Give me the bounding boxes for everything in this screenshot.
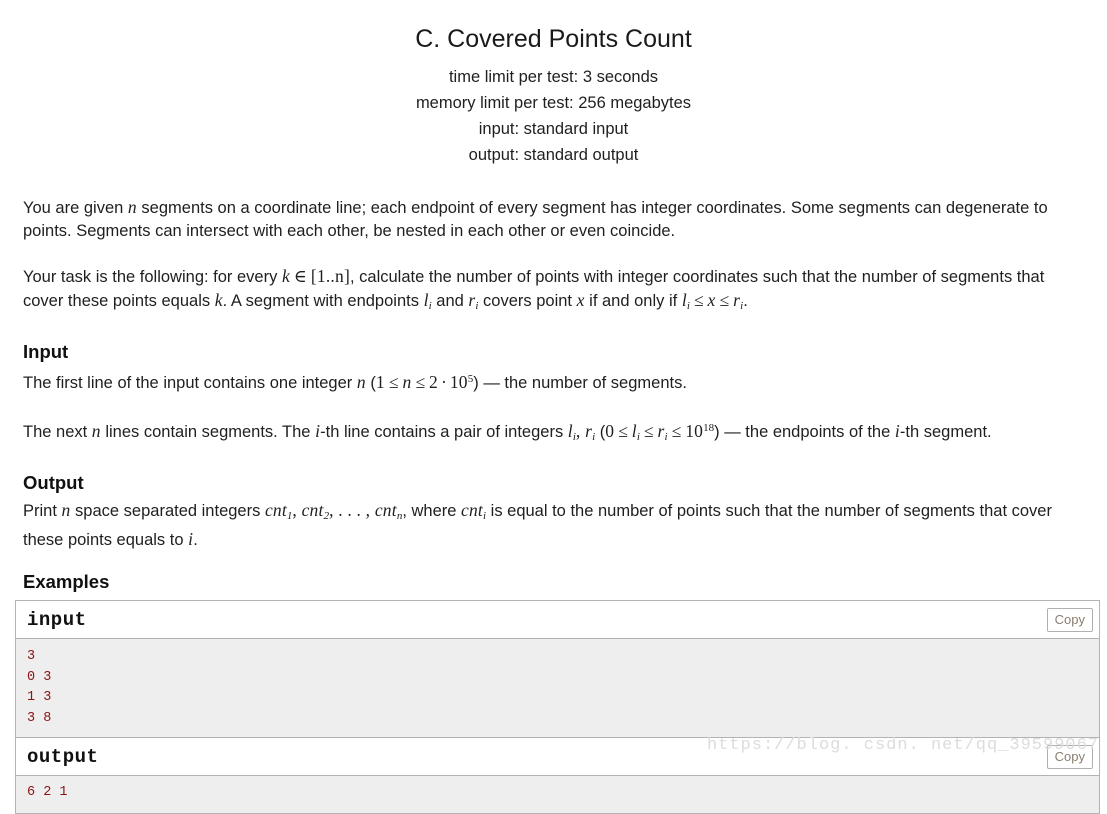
- output-paragraph-1: Print n space separated integers cnt1, c…: [23, 499, 1084, 552]
- out1-comma-1: ,: [292, 500, 302, 521]
- in1-num-1: 1: [375, 372, 385, 393]
- in1-var-n: n: [356, 372, 366, 393]
- in1-text-4: the number of segments.: [499, 374, 687, 393]
- statement-paragraph-1: You are given n segments on a coordinate…: [23, 196, 1084, 243]
- input-paragraph-1: The first line of the input contains one…: [23, 368, 1084, 395]
- p2-le-1: ≤: [693, 290, 704, 310]
- p1-var-n: n: [127, 197, 137, 217]
- sample-output-label: output: [27, 746, 99, 769]
- sample-output-header: output Copy: [16, 738, 1099, 777]
- output-section-heading: Output: [23, 472, 84, 494]
- sample-output-data[interactable]: 6 2 1: [16, 776, 1099, 813]
- out1-comma-3: ,: [365, 500, 375, 521]
- p2-le-2: ≤: [719, 290, 730, 310]
- sample-input-box: input Copy 3 0 3 1 3 3 8: [15, 600, 1100, 738]
- page-title: C. Covered Points Count: [415, 25, 692, 53]
- out1-text-1: Print: [23, 502, 62, 521]
- in2-var-l: li: [567, 421, 576, 444]
- p2-ineq-x: x: [707, 290, 716, 310]
- p2-var-k2: k: [214, 290, 223, 310]
- in2-ineq-r: ri: [657, 421, 668, 444]
- in2-text-6: the endpoints of the: [740, 423, 895, 442]
- sample-tests: input Copy 3 0 3 1 3 3 8 output Copy 6 2…: [0, 600, 1107, 814]
- in2-power-exp: 18: [703, 422, 715, 435]
- p2-text-7: .: [743, 292, 748, 310]
- in1-power-base: 105: [449, 372, 474, 393]
- input-paragraph-2: The next n lines contain segments. The i…: [23, 417, 1084, 449]
- sample-input-data[interactable]: 3 0 3 1 3 3 8: [16, 639, 1099, 738]
- copy-input-button[interactable]: Copy: [1046, 608, 1093, 633]
- in2-le-2: ≤: [643, 421, 654, 442]
- in2-text-5: ): [714, 423, 725, 442]
- in2-comma: ,: [575, 421, 586, 442]
- out1-text-5: .: [193, 531, 198, 550]
- problem-page: C. Covered Points Count time limit per t…: [0, 0, 1107, 814]
- p2-var-k: k: [281, 266, 290, 286]
- in2-var-n: n: [91, 421, 101, 442]
- in1-num-2: 2: [429, 372, 438, 393]
- input-section-heading: Input: [23, 341, 69, 363]
- in1-dash: —: [483, 374, 500, 393]
- out1-ellipsis: . . .: [338, 500, 366, 521]
- problem-statement: You are given n segments on a coordinate…: [0, 196, 1107, 594]
- in1-text-2: (: [365, 374, 376, 393]
- in2-num-0: 0: [605, 421, 615, 442]
- statement-paragraph-2: Your task is the following: for every k ∈…: [23, 265, 1084, 318]
- out1-comma-2: ,: [329, 500, 339, 521]
- p2-in-symbol: ∈: [293, 266, 307, 286]
- in2-text-3: -th line contains a pair of integers: [320, 423, 568, 442]
- p2-var-x: x: [576, 290, 585, 310]
- p1-text-1: You are given: [23, 199, 128, 217]
- sample-output-box: output Copy 6 2 1: [15, 737, 1100, 814]
- out1-cnt-i: cnti: [461, 500, 487, 523]
- in1-cdot: ·: [441, 372, 447, 393]
- in1-text-3: ): [473, 374, 484, 393]
- memory-limit-line: memory limit per test: 256 megabytes: [415, 94, 692, 112]
- in2-dash: —: [724, 423, 741, 442]
- in2-var-r: ri: [585, 421, 596, 444]
- in1-text-1: The first line of the input contains one…: [23, 374, 357, 393]
- p2-ineq-r: ri: [733, 290, 744, 313]
- in2-le-1: ≤: [618, 421, 628, 442]
- in2-text-7: -th segment.: [899, 423, 992, 442]
- out1-cnt-1: cnt1: [264, 500, 293, 523]
- out1-cnt-2: cnt2: [301, 500, 330, 523]
- out1-text-2: space separated integers: [70, 502, 265, 521]
- p2-text-1: Your task is the following: for every: [23, 268, 282, 286]
- problem-header: C. Covered Points Count time limit per t…: [0, 0, 1107, 168]
- in2-power-base: 1018: [685, 421, 715, 442]
- in2-ineq-l: li: [631, 421, 640, 444]
- copy-output-button[interactable]: Copy: [1046, 745, 1093, 770]
- in2-text-2: lines contain segments. The: [100, 423, 316, 442]
- in2-le-3: ≤: [671, 421, 682, 442]
- p2-text-5: covers point: [478, 292, 577, 310]
- in2-text-4: (: [595, 423, 606, 442]
- time-limit-line: time limit per test: 3 seconds: [448, 68, 659, 86]
- p2-ineq-l: li: [681, 290, 690, 313]
- in1-le-2: ≤: [415, 372, 426, 393]
- sample-input-header: input Copy: [16, 601, 1099, 640]
- in2-text-1: The next: [23, 423, 92, 442]
- sample-input-label: input: [27, 609, 87, 632]
- p2-var-li: li: [423, 290, 432, 313]
- p2-range: [1..n]: [310, 266, 350, 286]
- p2-text-4: and: [431, 292, 469, 310]
- p2-text-6: if and only if: [584, 292, 682, 310]
- p2-var-ri: ri: [468, 290, 479, 313]
- p1-text-2: segments on a coordinate line; each endp…: [23, 199, 1048, 240]
- examples-heading: Examples: [23, 571, 110, 593]
- p2-text-3: . A segment with endpoints: [222, 292, 424, 310]
- in1-le-1: ≤: [388, 372, 399, 393]
- input-source-line: input: standard input: [478, 120, 629, 138]
- output-source-line: output: standard output: [468, 146, 639, 164]
- out1-cnt-n: cntn: [374, 500, 403, 523]
- out1-text-3: , where: [402, 502, 462, 521]
